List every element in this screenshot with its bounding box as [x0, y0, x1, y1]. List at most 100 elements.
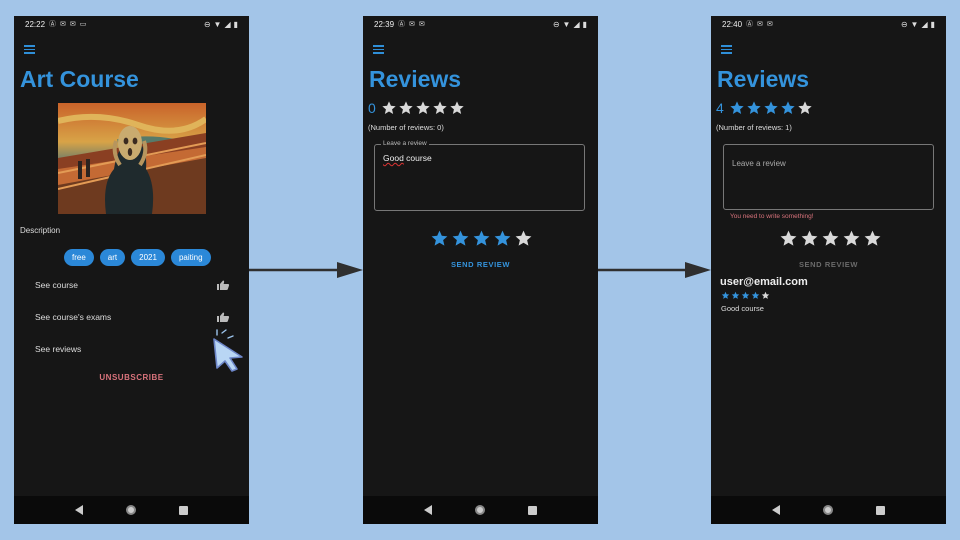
star-icon [741, 291, 750, 299]
mail-icon: ✉ [757, 21, 763, 28]
unsubscribe-button[interactable]: UNSUBSCRIBE [14, 373, 249, 382]
star-icon [730, 101, 744, 114]
back-icon[interactable] [75, 505, 84, 515]
hamburger-menu-icon[interactable] [373, 45, 384, 54]
star-selector[interactable] [779, 229, 882, 248]
home-icon[interactable] [125, 505, 136, 515]
recents-icon[interactable] [875, 505, 885, 515]
dnd-icon: ⊖ [552, 19, 560, 29]
battery-icon: ▮ [930, 19, 935, 29]
home-icon[interactable] [474, 505, 485, 515]
mail-icon: ✉ [60, 21, 66, 28]
review-input[interactable]: Leave a review [723, 144, 934, 210]
tag-chip[interactable]: 2021 [131, 249, 165, 266]
rating-value: 4 [716, 100, 724, 116]
star-icon [764, 101, 778, 114]
description-label: Description [20, 226, 61, 235]
star-icon [433, 101, 447, 114]
review-author: user@email.com [720, 276, 808, 288]
menu-item-label: See reviews [35, 344, 82, 354]
rating-stars [381, 100, 465, 116]
mail-icon: ✉ [69, 21, 76, 28]
home-icon[interactable] [822, 505, 833, 515]
back-icon[interactable] [772, 505, 781, 515]
wifi-icon: ▼ [562, 19, 571, 29]
star-icon [751, 291, 760, 299]
laptop-icon: ▭ [79, 21, 87, 28]
star-icon [721, 291, 730, 299]
signal-icon: ◢ [224, 19, 231, 29]
see-exams-item[interactable]: See course's exams [35, 312, 230, 322]
star-icon[interactable] [842, 229, 861, 248]
page-title: Reviews [717, 66, 810, 92]
star-icon[interactable] [821, 229, 840, 248]
star-icon[interactable] [779, 229, 798, 248]
wifi-icon: ▼ [213, 19, 222, 29]
send-review-button[interactable]: SEND REVIEW [363, 260, 598, 269]
hamburger-menu-icon[interactable] [721, 45, 732, 54]
signal-icon: ◢ [921, 19, 928, 29]
tag-chip[interactable]: art [99, 249, 126, 266]
thumbs-up-icon [217, 312, 230, 322]
back-icon[interactable] [424, 505, 433, 515]
star-icon [781, 101, 795, 114]
android-nav-bar [363, 496, 598, 524]
pointer-cursor-icon [213, 329, 243, 372]
average-rating: 4 [716, 100, 813, 116]
recents-icon[interactable] [527, 505, 537, 515]
review-text: Good course [721, 304, 764, 313]
star-selector[interactable] [430, 229, 533, 248]
arrow-right-icon [249, 262, 363, 278]
dnd-icon: ⊖ [203, 19, 211, 29]
review-input-label: Leave a review [381, 140, 429, 147]
star-icon [416, 101, 430, 114]
tag-chip[interactable]: paiting [170, 249, 211, 266]
star-icon [450, 101, 464, 114]
menu-item-label: See course's exams [35, 312, 112, 322]
star-icon[interactable] [451, 229, 470, 248]
phone-screen-reviews-posted: 22:40 Ⓐ ✉ ✉ ⊖ ▼ ◢ ▮ Reviews 4 (Number of… [711, 16, 946, 524]
star-icon[interactable] [800, 229, 819, 248]
star-icon[interactable] [863, 229, 882, 248]
rating-stars [729, 100, 813, 116]
status-time: 22:40 [722, 19, 743, 29]
star-icon[interactable] [430, 229, 449, 248]
page-title: Art Course [20, 66, 139, 92]
status-time: 22:39 [374, 19, 395, 29]
notification-a-icon: Ⓐ [49, 21, 57, 28]
page-title: Reviews [369, 66, 462, 92]
rating-value: 0 [368, 100, 376, 116]
star-icon[interactable] [472, 229, 491, 248]
average-rating: 0 [368, 100, 465, 116]
wifi-icon: ▼ [910, 19, 919, 29]
star-icon [747, 101, 761, 114]
see-reviews-item[interactable]: See reviews [35, 344, 230, 354]
star-icon[interactable] [514, 229, 533, 248]
battery-icon: ▮ [233, 19, 238, 29]
review-input[interactable]: Leave a review Good course [374, 140, 585, 211]
menu-item-label: See course [35, 280, 78, 290]
status-bar: 22:39 Ⓐ ✉ ✉ ⊖ ▼ ◢ ▮ [363, 16, 598, 32]
signal-icon: ◢ [573, 19, 580, 29]
recents-icon[interactable] [178, 505, 188, 515]
mail-icon: ✉ [766, 21, 773, 28]
phone-screen-reviews-input: 22:39 Ⓐ ✉ ✉ ⊖ ▼ ◢ ▮ Reviews 0 (Number of… [363, 16, 598, 524]
star-icon[interactable] [493, 229, 512, 248]
tag-chip[interactable]: free [64, 249, 94, 266]
star-icon [399, 101, 413, 114]
error-message: You need to write something! [730, 213, 814, 220]
arrow-right-icon [597, 262, 711, 278]
android-nav-bar [711, 496, 946, 524]
see-course-item[interactable]: See course [35, 280, 230, 290]
review-count: (Number of reviews: 0) [368, 123, 444, 132]
tag-list: free art 2021 paiting [64, 249, 211, 266]
star-icon [798, 101, 812, 114]
star-icon [761, 291, 770, 299]
review-input-placeholder: Leave a review [732, 159, 786, 168]
status-time: 22:22 [25, 19, 46, 29]
review-input-value: Good course [383, 153, 432, 163]
hamburger-menu-icon[interactable] [24, 45, 35, 54]
star-icon [731, 291, 740, 299]
send-review-button[interactable]: SEND REVIEW [711, 260, 946, 269]
thumbs-up-icon [217, 280, 230, 290]
